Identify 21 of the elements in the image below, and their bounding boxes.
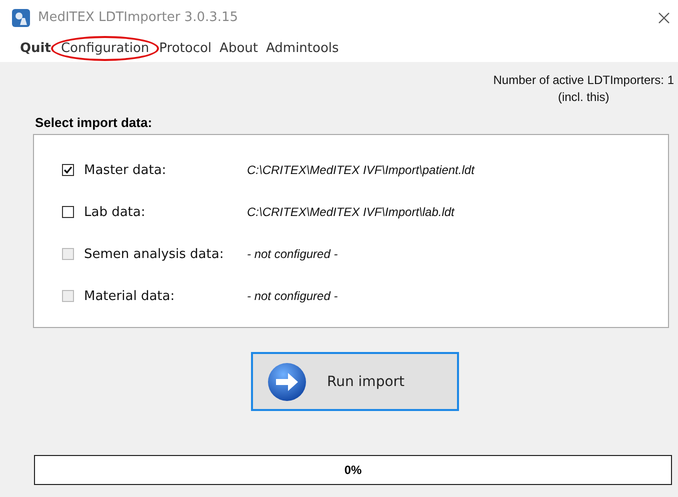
progress-label: 0% (344, 463, 362, 477)
app-icon (12, 8, 30, 26)
file-path: C:\CRITEX\MedITEX IVF\Import\lab.ldt (247, 205, 454, 219)
menu-item[interactable]: Configuration (50, 36, 160, 61)
checkbox-label: Master data: (84, 162, 168, 178)
file-path: - not configured - (247, 289, 338, 303)
window-title: MedITEX LDTImporter 3.0.3.15 (38, 10, 240, 25)
checkbox-label: Lab data: (84, 204, 146, 220)
checkbox-label: Semen analysis data: (84, 246, 225, 262)
section-title: Select import data: (35, 115, 154, 130)
info-text: (incl. this) (558, 89, 610, 106)
file-path: - not configured - (247, 247, 338, 261)
info-text: Number of active LDTImporters: 1 (493, 72, 674, 89)
close-icon[interactable] (658, 12, 670, 24)
checkbox[interactable] (62, 206, 74, 218)
run-import-button[interactable]: Run import (251, 352, 459, 411)
checkbox[interactable] (62, 164, 74, 176)
menu-item[interactable]: Admintools (262, 39, 343, 58)
checkbox-label: Material data: (84, 288, 176, 304)
file-path: C:\CRITEX\MedITEX IVF\Import\patient.ldt (247, 163, 474, 177)
menu-item[interactable]: About (216, 39, 262, 58)
